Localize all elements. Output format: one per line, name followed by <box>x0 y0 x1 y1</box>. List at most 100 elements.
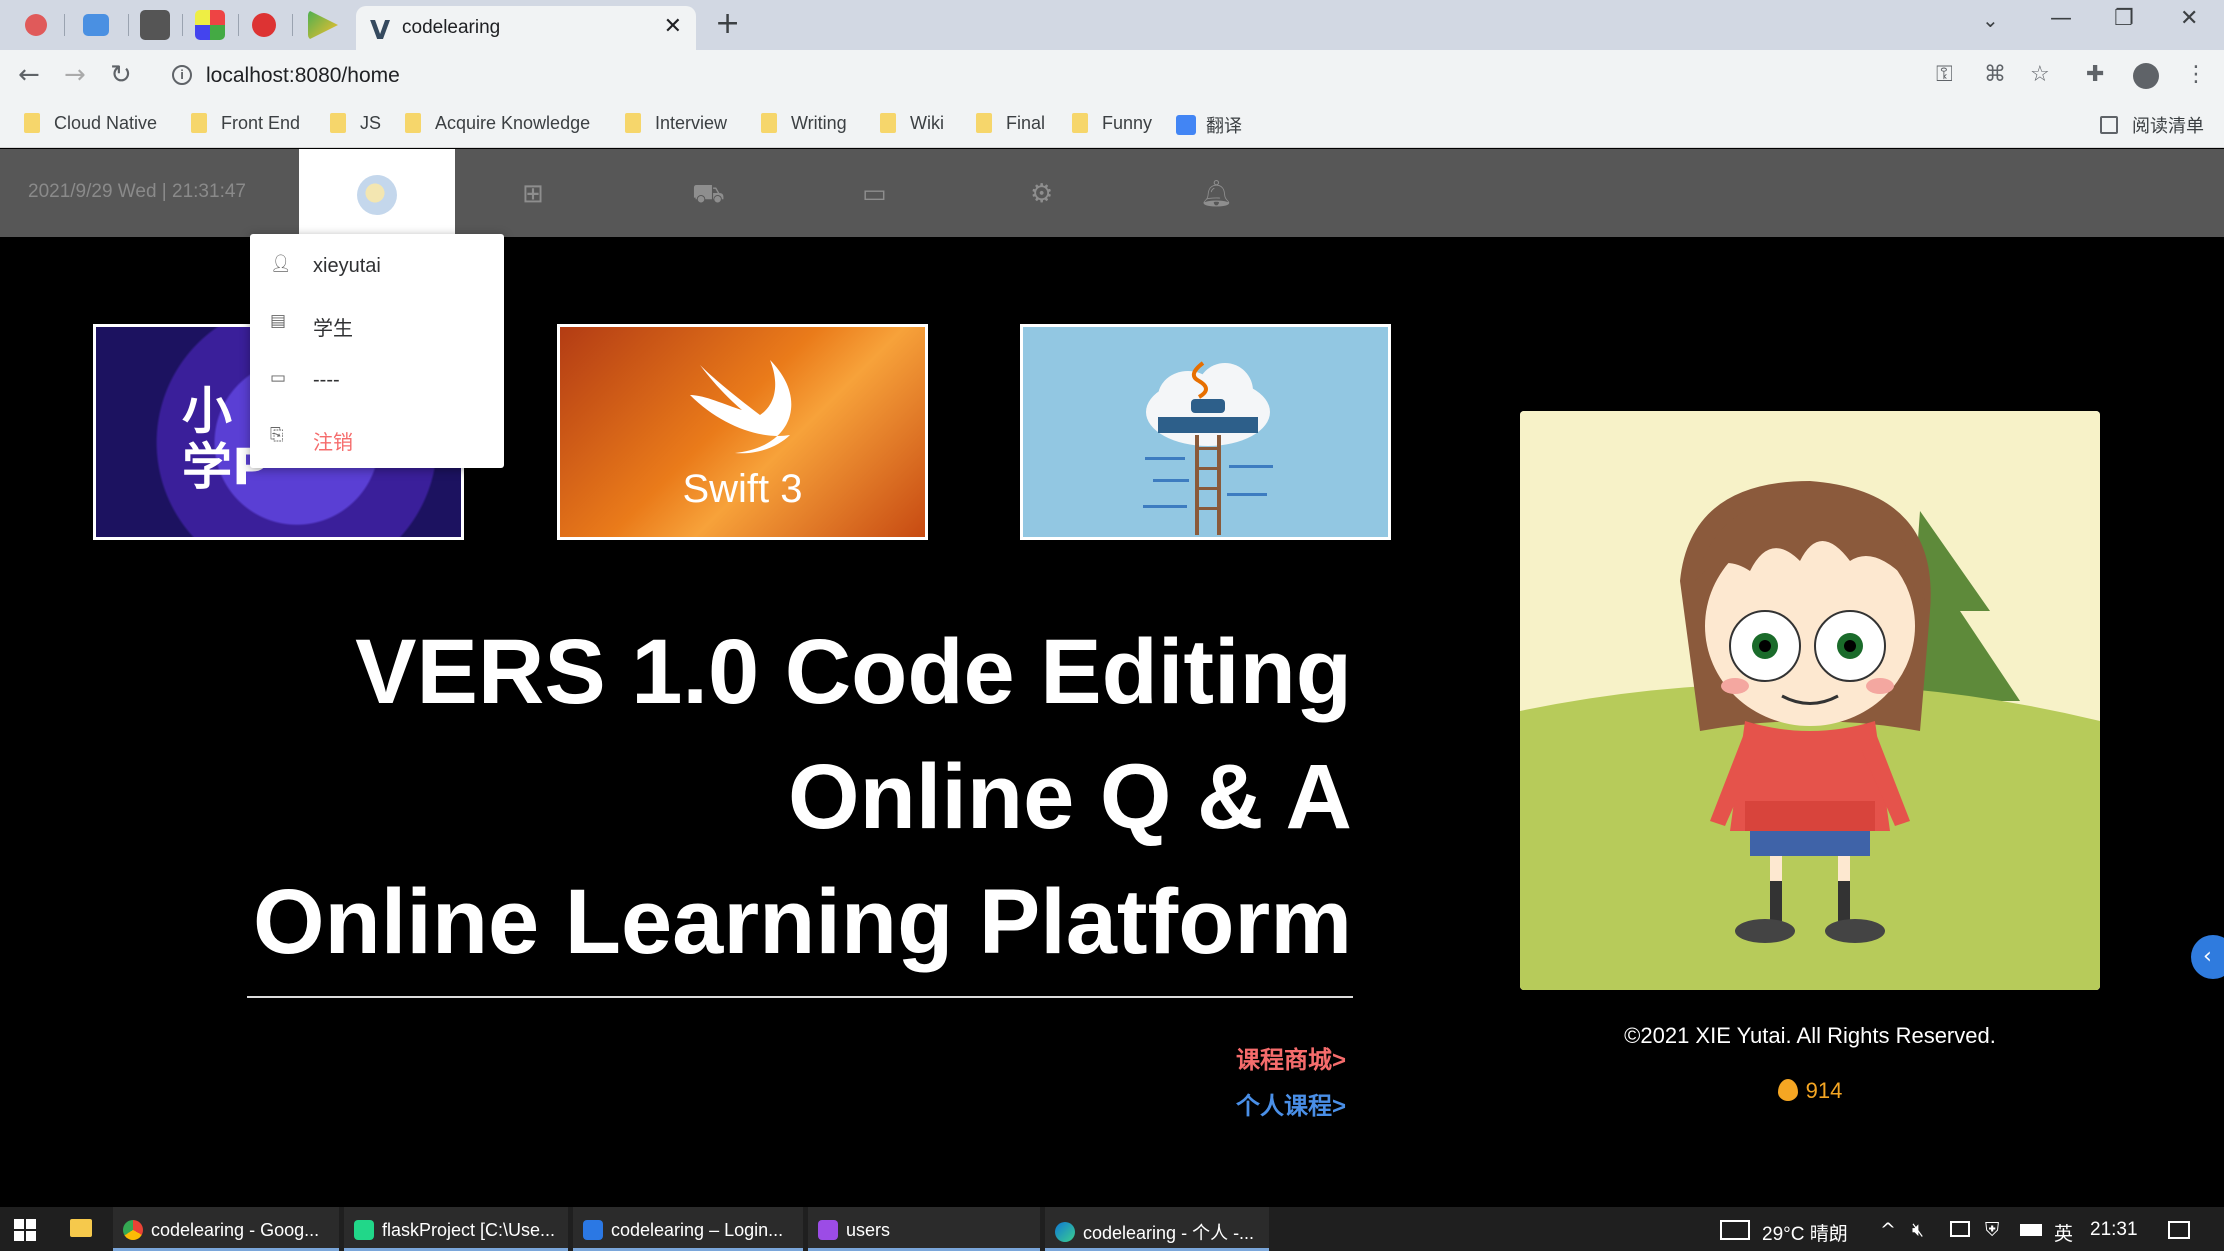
folder-icon <box>625 113 641 134</box>
folder-icon <box>761 113 777 134</box>
edge-icon <box>1055 1222 1075 1242</box>
bookmark-writing[interactable]: Writing <box>761 112 847 138</box>
address-bar[interactable]: i localhost:8080/home <box>160 56 2040 96</box>
new-tab-button[interactable]: + <box>715 6 740 41</box>
windows-start-icon[interactable] <box>14 1219 36 1241</box>
datagrip-icon <box>818 1220 838 1241</box>
battery-icon[interactable] <box>2020 1224 2042 1236</box>
menu-item-card[interactable]: ▭ ---- <box>250 354 504 406</box>
pinned-tab-icon[interactable] <box>308 10 338 40</box>
java-cloud-icon <box>1143 361 1273 535</box>
bookmark-js[interactable]: JS <box>330 112 381 138</box>
folder-icon <box>1072 113 1088 134</box>
swift-logo-icon <box>690 360 792 454</box>
score-display: 914 <box>1520 1078 2100 1104</box>
avatar[interactable] <box>357 175 397 215</box>
menu-icon[interactable]: ⋮ <box>2185 62 2207 87</box>
taskbar-item-chrome[interactable]: codelearing - Goog... <box>113 1207 339 1251</box>
bell-icon[interactable]: 🔔︎ <box>1200 179 1233 209</box>
id-card-icon: ▤ <box>270 311 287 331</box>
user-avatar-button[interactable] <box>299 149 455 237</box>
copyright-text: ©2021 XIE Yutai. All Rights Reserved. <box>1624 1023 1996 1048</box>
restore-icon[interactable]: ❐ <box>2114 6 2134 31</box>
profile-icon[interactable] <box>2133 63 2159 89</box>
tab-title: codelearing <box>402 17 501 38</box>
site-info-icon[interactable]: i <box>172 65 192 85</box>
chevron-left-icon: ‹ <box>2203 944 2212 969</box>
ime-indicator[interactable]: 英 <box>2054 1219 2073 1246</box>
close-tab-icon[interactable]: ✕ <box>664 14 682 39</box>
menu-item-logout[interactable]: ⎘ 注销 <box>250 411 504 463</box>
course-card-java[interactable] <box>1020 324 1391 540</box>
news-widget-icon[interactable] <box>1720 1220 1750 1240</box>
pinned-tab-icon[interactable] <box>252 13 276 37</box>
security-shield-icon[interactable]: ⛨ <box>1985 1219 1999 1241</box>
tab-search-icon[interactable]: ⌄ <box>1982 8 1999 32</box>
course-store-link[interactable]: 课程商城> <box>1236 1040 1346 1075</box>
notification-icon[interactable] <box>2168 1221 2190 1239</box>
personal-courses-link[interactable]: 个人课程> <box>1236 1086 1346 1121</box>
pinned-tab-icon[interactable] <box>195 10 225 40</box>
apps-grid-icon[interactable]: ⊞ <box>522 179 544 209</box>
file-explorer-icon[interactable] <box>70 1219 92 1237</box>
side-panel-toggle[interactable]: ‹ <box>2191 935 2224 979</box>
menu-item-username[interactable]: 👤︎ xieyutai <box>250 240 504 292</box>
datetime-display: 2021/9/29 Wed | 21:31:47 <box>28 181 246 202</box>
browser-toolbar: ← → ↻ i localhost:8080/home ⚿ ⌘ ☆ ✚ ⋮ <box>0 50 2224 102</box>
taskbar-item-pycharm[interactable]: flaskProject [C:\Use... <box>344 1207 568 1251</box>
chrome-icon <box>123 1220 143 1241</box>
bookmark-wiki[interactable]: Wiki <box>880 112 944 138</box>
pinned-tab-icon[interactable] <box>25 14 47 36</box>
star-icon[interactable]: ☆ <box>2030 62 2050 87</box>
active-browser-tab[interactable]: V codelearing ✕ <box>356 6 696 50</box>
bookmark-interview[interactable]: Interview <box>625 112 727 138</box>
reading-list-button[interactable]: 阅读清单 <box>2100 112 2204 138</box>
bookmark-translate[interactable]: 翻译 <box>1176 112 1242 138</box>
hero-title-line-2: Online Q & A <box>788 746 1352 848</box>
weather-text[interactable]: 29°C 晴朗 <box>1762 1219 1848 1246</box>
folder-icon <box>405 113 421 134</box>
credit-card-icon: ▭ <box>270 368 287 388</box>
translate-icon[interactable]: ⌘ <box>1984 62 2006 87</box>
pinned-tab-icon[interactable] <box>140 10 170 40</box>
bookmark-front-end[interactable]: Front End <box>191 112 300 138</box>
character-illustration <box>1520 411 2100 990</box>
presentation-icon[interactable]: ▭ <box>862 179 887 209</box>
folder-icon <box>330 113 346 134</box>
taskbar-item-webstorm[interactable]: codelearing – Login... <box>573 1207 803 1251</box>
google-translate-icon <box>1176 115 1196 135</box>
forward-icon[interactable]: → <box>64 60 86 90</box>
course-card-swift[interactable]: Swift 3 <box>557 324 928 540</box>
extensions-icon[interactable]: ✚ <box>2086 62 2104 87</box>
webstorm-icon <box>583 1220 603 1241</box>
reload-icon[interactable]: ↻ <box>110 60 132 90</box>
minimize-icon[interactable]: — <box>2050 6 2072 31</box>
bookmark-acquire-knowledge[interactable]: Acquire Knowledge <box>405 112 590 138</box>
volume-muted-icon[interactable]: 🔇︎ <box>1912 1219 1924 1241</box>
network-icon[interactable] <box>1950 1221 1970 1237</box>
close-window-icon[interactable]: ✕ <box>2180 6 2198 31</box>
tab-separator <box>128 14 129 36</box>
boy-character-image <box>1520 411 2100 990</box>
tab-separator <box>182 14 183 36</box>
pinned-tab-icon[interactable] <box>83 14 109 36</box>
taskbar-item-edge[interactable]: codelearing - 个人 -... <box>1045 1207 1269 1251</box>
hero-title-line-1: VERS 1.0 Code Editing <box>355 621 1352 723</box>
taskbar-item-datagrip[interactable]: users <box>808 1207 1040 1251</box>
bookmark-funny[interactable]: Funny <box>1072 112 1152 138</box>
bookmarks-bar: Cloud Native Front End JS Acquire Knowle… <box>0 102 2224 148</box>
clock[interactable]: 21:31 <box>2090 1219 2138 1241</box>
bookmark-final[interactable]: Final <box>976 112 1045 138</box>
browser-tab-strip: V codelearing ✕ + ⌄ — ❐ ✕ <box>0 0 2224 50</box>
menu-item-role[interactable]: ▤ 学生 <box>250 297 504 349</box>
tray-overflow-icon[interactable]: ^ <box>1880 1219 1896 1241</box>
key-icon[interactable]: ⚿ <box>1936 62 1953 87</box>
course-card-label: Swift 3 <box>682 467 803 511</box>
settings-icon[interactable]: ⚙ <box>1030 179 1053 209</box>
bookmark-cloud-native[interactable]: Cloud Native <box>24 112 157 138</box>
cart-icon[interactable]: ⛟ <box>692 179 725 213</box>
folder-icon <box>191 113 207 134</box>
back-icon[interactable]: ← <box>18 60 40 90</box>
folder-icon <box>24 113 40 134</box>
folder-icon <box>880 113 896 134</box>
